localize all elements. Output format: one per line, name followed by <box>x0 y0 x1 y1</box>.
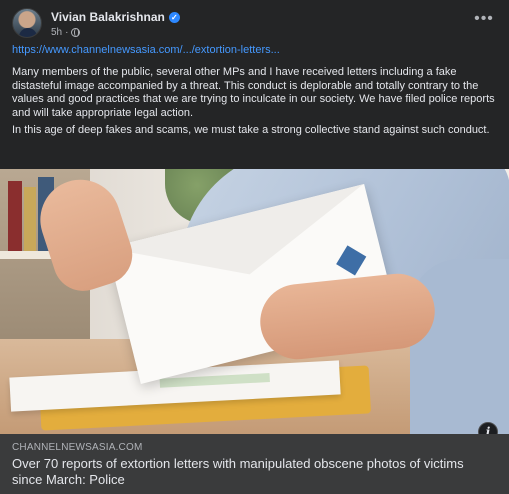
globe-icon <box>71 28 81 37</box>
post-time[interactable]: 5h <box>51 27 62 38</box>
post-paragraph: In this age of deep fakes and scams, we … <box>12 124 490 136</box>
post-header: Vivian Balakrishnan ✓ 5h · ••• <box>12 8 497 40</box>
author-row: Vivian Balakrishnan ✓ <box>51 9 180 25</box>
avatar-figure <box>19 28 37 37</box>
book <box>24 187 36 251</box>
more-options-icon[interactable]: ••• <box>473 11 495 31</box>
envelope-window <box>159 373 270 388</box>
meta-separator: · <box>65 27 69 38</box>
post-meta: 5h · <box>51 26 81 39</box>
link-domain: CHANNELNEWSASIA.COM <box>12 442 143 453</box>
author-name[interactable]: Vivian Balakrishnan <box>51 10 165 24</box>
verified-badge-icon: ✓ <box>168 11 180 23</box>
book <box>8 181 22 251</box>
article-link[interactable]: https://www.channelnewsasia.com/.../exto… <box>12 44 280 56</box>
link-headline[interactable]: Over 70 reports of extortion letters wit… <box>12 456 482 488</box>
facebook-post: Vivian Balakrishnan ✓ 5h · ••• https://w… <box>0 0 509 494</box>
post-paragraph: Many members of the public, several othe… <box>12 66 495 119</box>
author-avatar[interactable] <box>12 8 42 38</box>
link-preview-image[interactable] <box>0 169 509 434</box>
post-body: Many members of the public, several othe… <box>12 66 497 142</box>
